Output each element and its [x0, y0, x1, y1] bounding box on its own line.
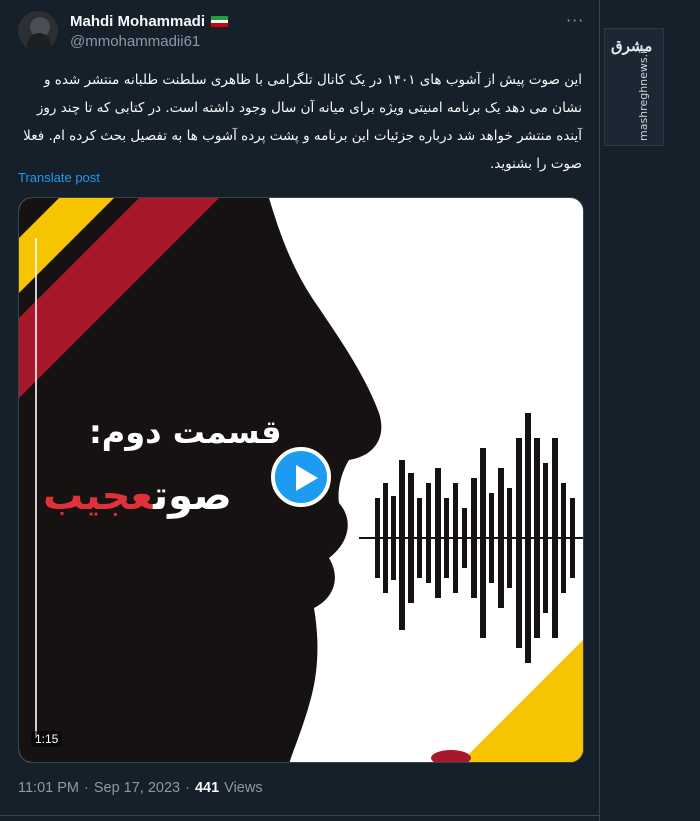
- thin-line: [35, 238, 37, 738]
- play-button[interactable]: [271, 447, 331, 507]
- video-title-white: صوت: [153, 473, 232, 519]
- watermark: مشرق mashreghnews.ir: [604, 28, 664, 146]
- tweet-text: این صوت پیش از آشوب های ۱۴۰۱ در یک کانال…: [23, 72, 582, 172]
- author-row: Mahdi Mohammadi: [70, 13, 229, 30]
- author-handle[interactable]: @mmohammadii61: [70, 33, 200, 50]
- author-name[interactable]: Mahdi Mohammadi: [70, 13, 205, 30]
- yellow-corner: [461, 640, 583, 762]
- meta-separator: ·: [84, 780, 89, 796]
- watermark-url: mashreghnews.ir: [637, 46, 650, 141]
- meta-separator-2: ·: [185, 780, 190, 796]
- tweet-meta: 11:01 PM · Sep 17, 2023 · 441 Views: [18, 780, 263, 796]
- iran-flag-icon: [211, 16, 229, 27]
- tweet-date[interactable]: Sep 17, 2023: [94, 780, 180, 796]
- tweet-time[interactable]: 11:01 PM: [18, 780, 79, 796]
- divider: [0, 815, 600, 816]
- video-title-line2: صوتعجیب: [43, 473, 232, 519]
- tweet: Mahdi Mohammadi @mmohammadii61 ··· این ص…: [0, 0, 600, 821]
- views-count: 441: [194, 780, 220, 796]
- video-duration: 1:15: [31, 731, 63, 747]
- translate-post-link[interactable]: Translate post: [18, 170, 100, 185]
- avatar[interactable]: [18, 11, 58, 51]
- video-player[interactable]: قسمت دوم: صوتعجیب 1:15: [18, 197, 584, 763]
- video-title-line1: قسمت دوم:: [89, 413, 282, 451]
- video-title-red: عجیب: [43, 473, 154, 519]
- more-options-icon[interactable]: ···: [566, 11, 584, 30]
- views-label: Views: [224, 780, 263, 796]
